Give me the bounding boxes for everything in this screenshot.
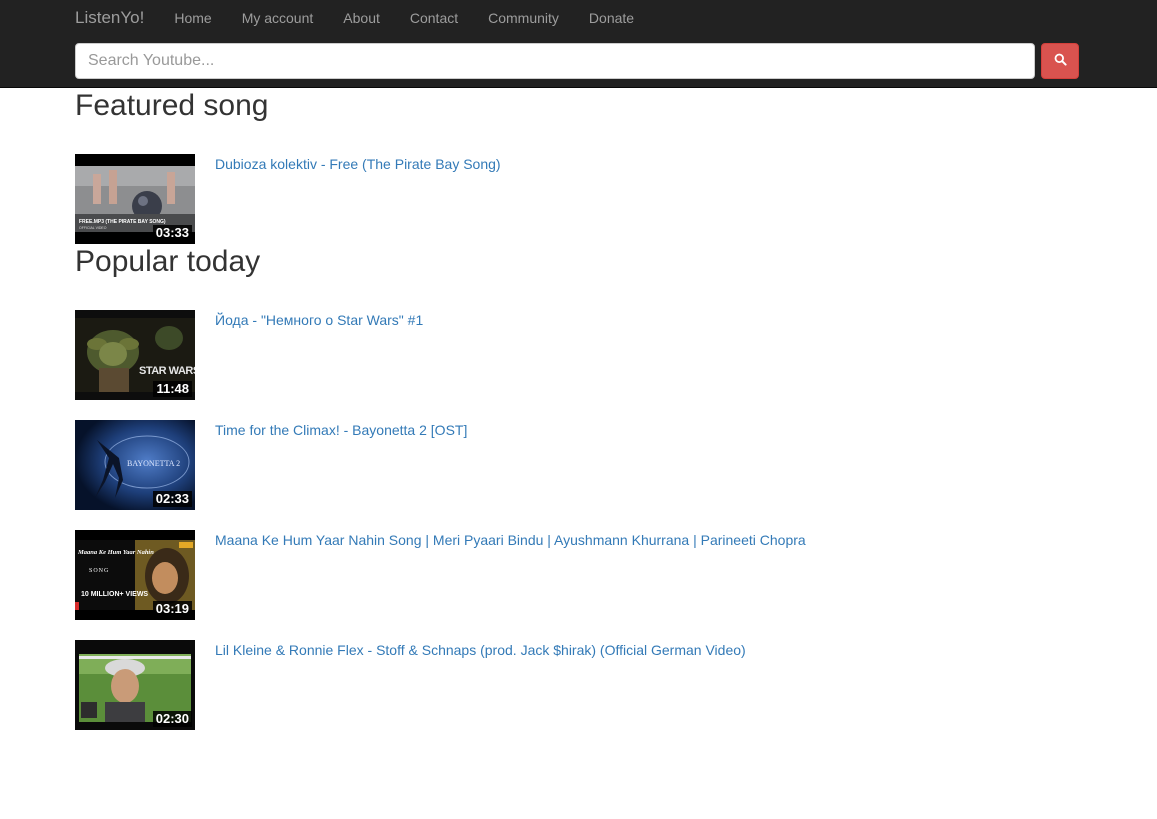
main-content: Featured song FREE.MP3 (THE PIRATE BAY S… (75, 88, 1079, 730)
thumb-caption: STAR WARS (139, 365, 195, 377)
video-title-link[interactable]: Йода - "Немного о Star Wars" #1 (215, 310, 423, 330)
video-thumbnail[interactable]: BAYONETTA 2 02:33 (75, 420, 195, 510)
popular-song-item: STAR WARS 11:48 Йода - "Немного о Star W… (75, 310, 1079, 400)
popular-song-item: Maana Ke Hum Yaar Nahin SONG 10 MILLION+… (75, 530, 1079, 620)
thumb-views: 10 MILLION+ VIEWS (81, 591, 148, 598)
brand-logo[interactable]: ListenYo! (75, 0, 144, 36)
nav-link-my-account[interactable]: My account (242, 0, 314, 36)
search-input[interactable] (75, 43, 1035, 79)
nav-link-community[interactable]: Community (488, 0, 559, 36)
nav-link-home[interactable]: Home (174, 0, 211, 36)
video-duration: 03:33 (152, 225, 192, 241)
search-form (75, 43, 1079, 79)
thumb-caption: Maana Ke Hum Yaar Nahin (77, 549, 154, 556)
nav-link-contact[interactable]: Contact (410, 0, 458, 36)
featured-song-item: FREE.MP3 (THE PIRATE BAY SONG) OFFICIAL … (75, 154, 1079, 244)
video-thumbnail[interactable]: 02:30 (75, 640, 195, 730)
popular-song-item: BAYONETTA 2 02:33 Time for the Climax! -… (75, 420, 1079, 510)
featured-heading: Featured song (75, 89, 269, 122)
video-thumbnail[interactable]: Maana Ke Hum Yaar Nahin SONG 10 MILLION+… (75, 530, 195, 620)
nav-link-donate[interactable]: Donate (589, 0, 634, 36)
video-title-link[interactable]: Lil Kleine & Ronnie Flex - Stoff & Schna… (215, 640, 746, 660)
search-button[interactable] (1041, 43, 1079, 79)
video-duration: 11:48 (153, 381, 192, 397)
video-duration: 02:33 (152, 491, 192, 507)
video-thumbnail[interactable]: STAR WARS 11:48 (75, 310, 195, 400)
video-thumbnail[interactable]: FREE.MP3 (THE PIRATE BAY SONG) OFFICIAL … (75, 154, 195, 244)
nav-link-about[interactable]: About (343, 0, 380, 36)
video-title-link[interactable]: Dubioza kolektiv - Free (The Pirate Bay … (215, 154, 501, 174)
top-navbar: ListenYo! Home My account About Contact … (0, 0, 1157, 88)
popular-song-item: 02:30 Lil Kleine & Ronnie Flex - Stoff &… (75, 640, 1079, 730)
video-duration: 02:30 (152, 711, 192, 727)
thumb-subcaption: OFFICIAL VIDEO (79, 226, 107, 230)
popular-heading: Popular today (75, 245, 261, 278)
thumb-caption: BAYONETTA 2 (127, 459, 180, 468)
nav-row: ListenYo! Home My account About Contact … (75, 0, 664, 36)
thumb-subcaption: SONG (89, 568, 109, 574)
video-title-link[interactable]: Maana Ke Hum Yaar Nahin Song | Meri Pyaa… (215, 530, 806, 550)
video-duration: 03:19 (152, 601, 192, 617)
video-title-link[interactable]: Time for the Climax! - Bayonetta 2 [OST] (215, 420, 467, 440)
search-icon (1054, 53, 1067, 69)
